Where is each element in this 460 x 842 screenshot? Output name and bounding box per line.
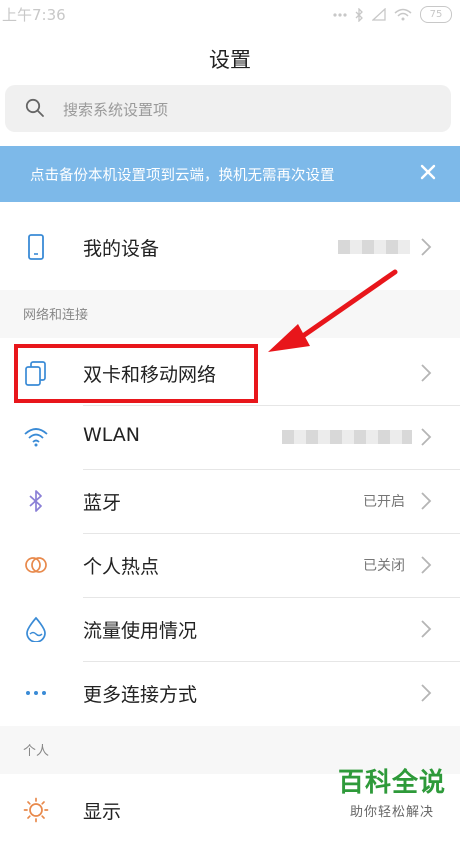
row-label: 流量使用情况 [83, 620, 198, 642]
search-input[interactable]: 搜索系统设置项 [5, 85, 451, 132]
watermark-title: 百科全说 [337, 768, 446, 798]
backup-banner[interactable]: 点击备份本机设置项到云端，换机无需再次设置 [0, 146, 460, 202]
search-placeholder: 搜索系统设置项 [63, 101, 169, 119]
chevron-right-icon [421, 684, 432, 702]
row-value: 已开启 [363, 494, 405, 510]
status-bar: 上午7:36 75 [0, 0, 460, 28]
banner-text: 点击备份本机设置项到云端，换机无需再次设置 [30, 168, 335, 184]
battery-indicator: 75 [420, 6, 452, 23]
section-personal-title: 个人 [23, 744, 50, 759]
watermark-subtitle: 助你轻松解决 [349, 805, 434, 820]
section-network-title: 网络和连接 [23, 308, 89, 323]
row-label: 显示 [83, 801, 122, 823]
blurred-device-name [338, 240, 410, 254]
chevron-right-icon [421, 492, 432, 510]
wifi-icon [24, 428, 48, 447]
row-data-usage[interactable]: 流量使用情况 [0, 597, 460, 661]
row-label: WLAN [83, 424, 141, 446]
close-icon[interactable] [418, 162, 438, 182]
wifi-status-icon [394, 8, 412, 21]
my-device-label: 我的设备 [83, 238, 160, 260]
bluetooth-icon [29, 490, 42, 512]
chevron-right-icon [421, 428, 432, 446]
row-label: 个人热点 [83, 556, 160, 578]
row-bluetooth[interactable]: 蓝牙 已开启 [0, 469, 460, 533]
dots-icon [333, 12, 347, 17]
chevron-right-icon [421, 364, 432, 382]
blurred-wifi-name [282, 430, 412, 444]
row-label: 蓝牙 [83, 492, 122, 514]
status-time: 上午7:36 [2, 6, 66, 24]
row-more-connections[interactable]: 更多连接方式 [0, 661, 460, 725]
display-brightness-icon [23, 797, 49, 823]
section-network: 网络和连接 [0, 290, 460, 338]
row-hotspot[interactable]: 个人热点 已关闭 [0, 533, 460, 597]
status-icons: 75 [333, 6, 452, 23]
hotspot-icon [25, 557, 47, 573]
chevron-right-icon [421, 620, 432, 638]
chevron-right-icon [421, 238, 432, 256]
row-wlan[interactable]: WLAN [0, 405, 460, 469]
highlight-box [14, 344, 258, 403]
row-label: 更多连接方式 [83, 684, 198, 706]
phone-icon [28, 234, 44, 260]
watermark-logo: 百科全说 助你轻松解决 [338, 762, 446, 820]
chevron-right-icon [421, 556, 432, 574]
data-usage-icon [26, 616, 46, 642]
page-title: 设置 [209, 48, 251, 72]
my-device-row[interactable]: 我的设备 [0, 215, 460, 279]
row-value: 已关闭 [363, 558, 405, 574]
search-icon [25, 98, 44, 117]
more-icon [26, 691, 46, 695]
signal-icon [372, 8, 386, 21]
bluetooth-status-icon [355, 7, 363, 22]
